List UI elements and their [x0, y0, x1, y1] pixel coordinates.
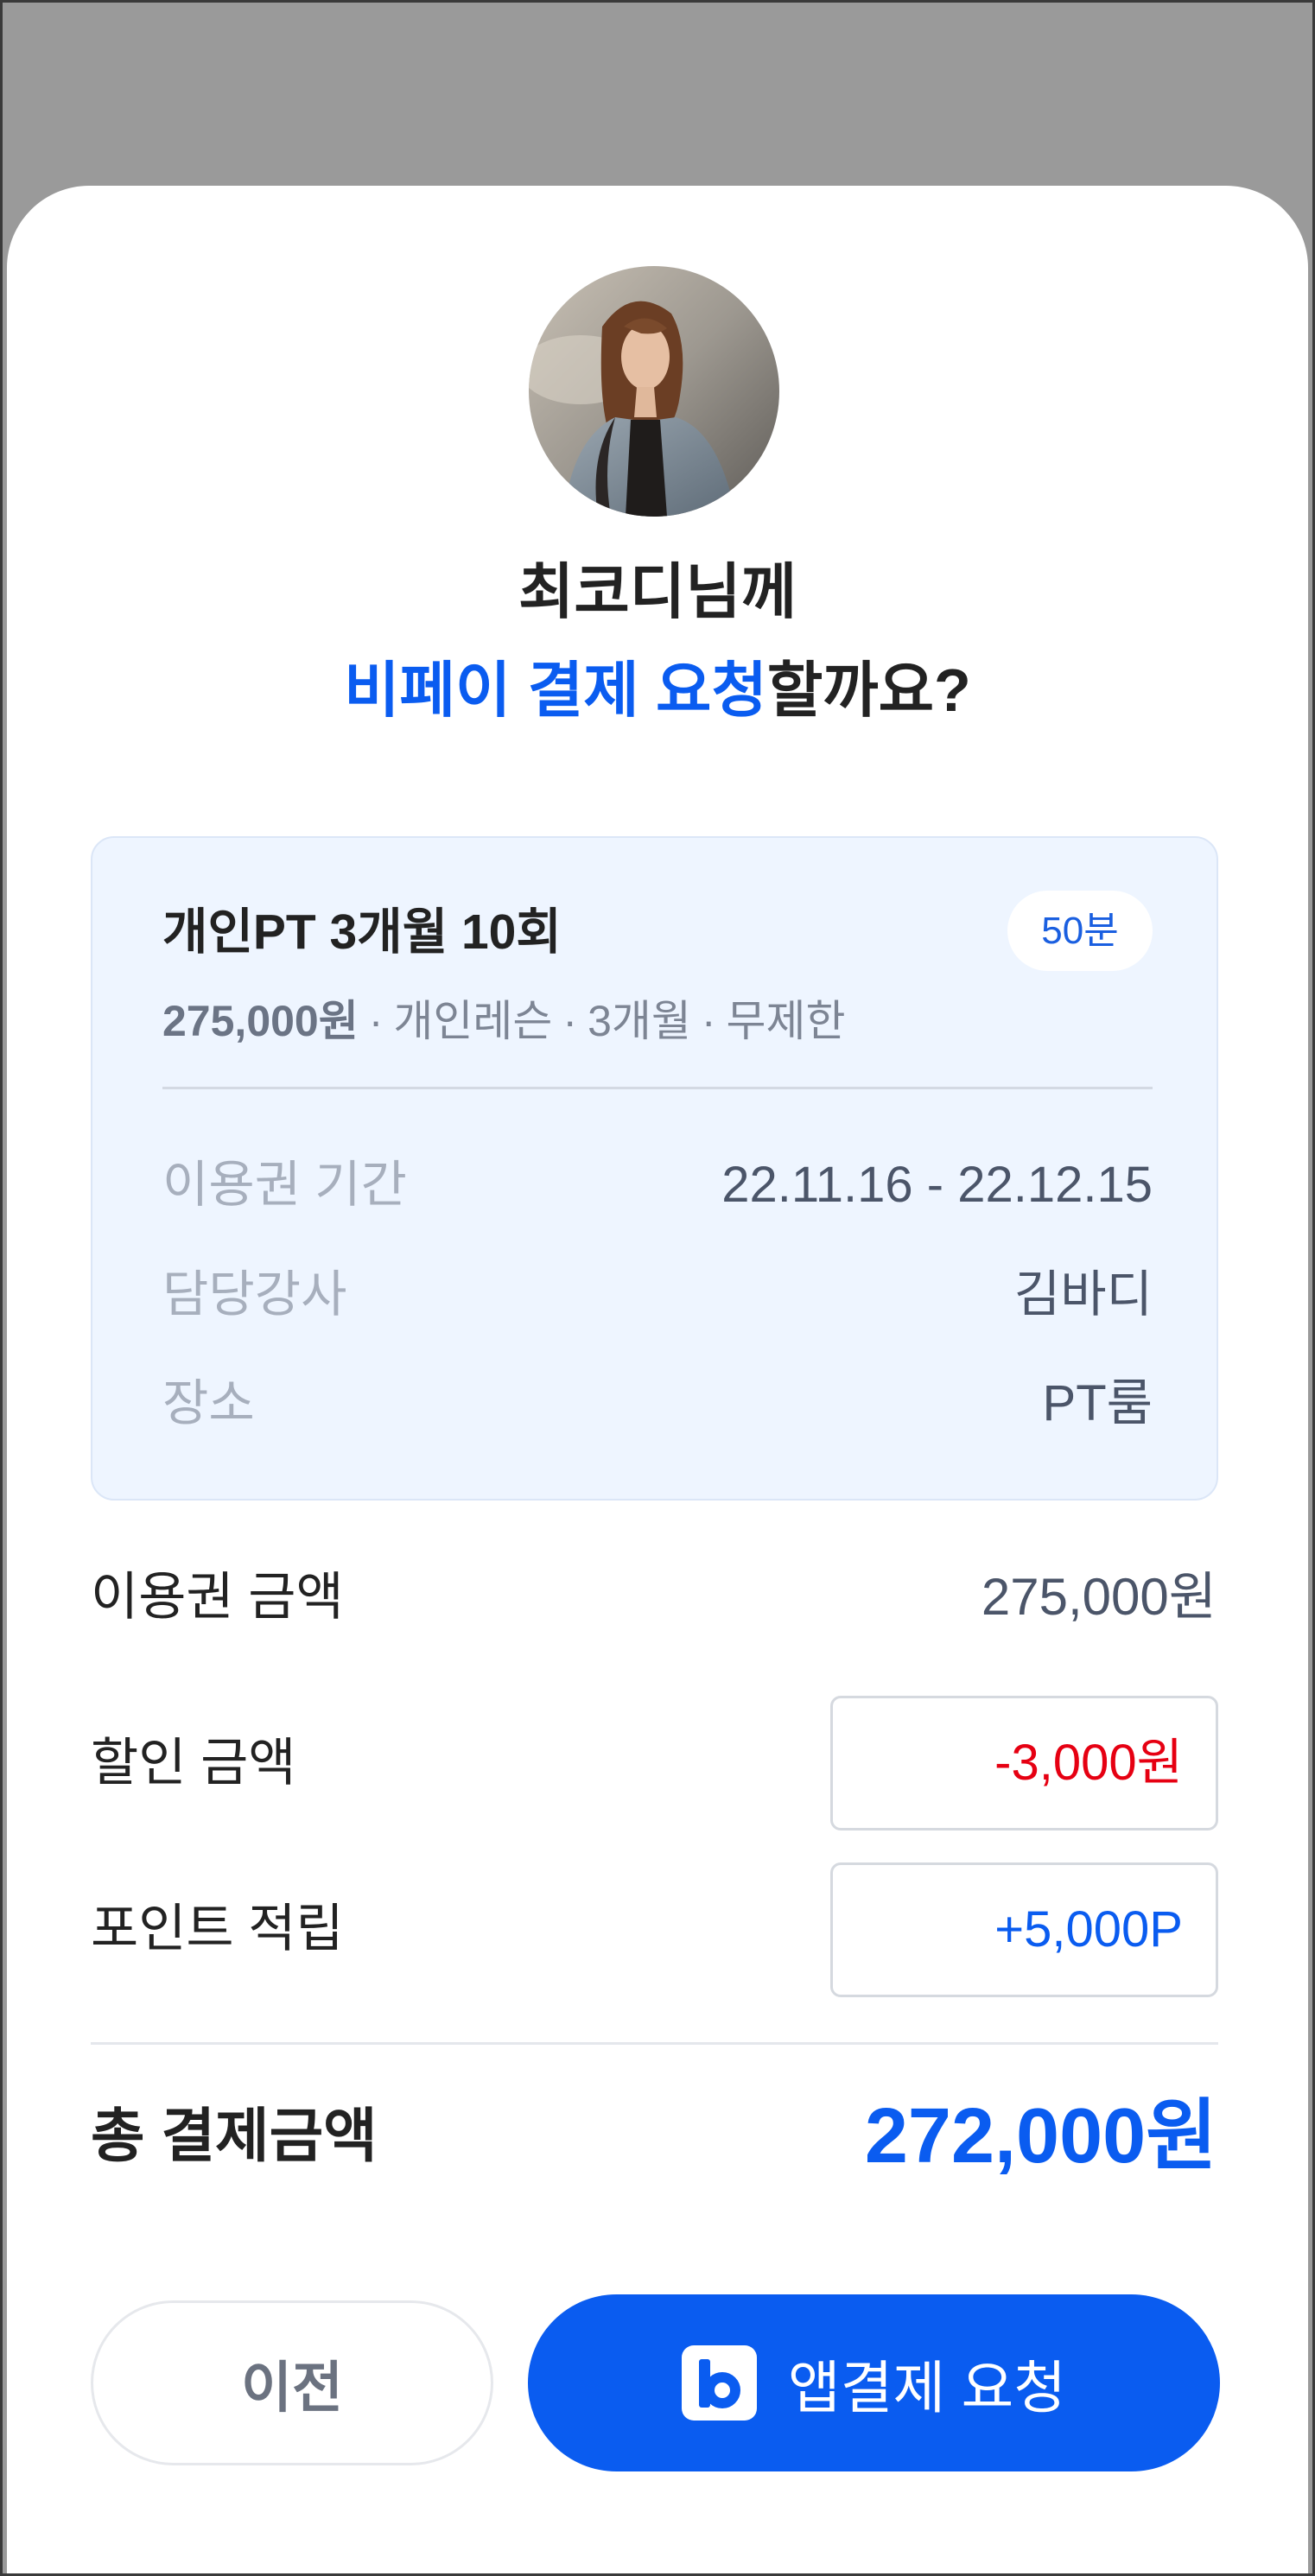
detail-label: 장소 — [162, 1375, 255, 1431]
avatar-photo — [529, 266, 779, 517]
prev-button-label: 이전 — [241, 2356, 343, 2419]
recipient-line: 최코디님께 — [518, 558, 797, 625]
prev-button[interactable]: 이전 — [91, 2300, 493, 2465]
pass-amount-value: 275,000원 — [981, 1568, 1217, 1626]
detail-value: PT룸 — [1042, 1375, 1153, 1431]
separator: · — [368, 997, 384, 1045]
detail-row-instructor: 담당강사 김바디 — [162, 1260, 1153, 1329]
detail-value: 김바디 — [1013, 1266, 1153, 1323]
duration-badge: 50분 — [1007, 891, 1153, 971]
pass-card: 개인PT 3개월 10회 50분 275,000원 · 개인레슨 · 3개월 · 무제한 이… — [91, 836, 1218, 1501]
card-divider — [162, 1087, 1153, 1089]
pass-amount-row: 이용권 금액 275,000원 — [91, 1561, 1217, 1634]
pass-amount-label: 이용권 금액 — [91, 1568, 344, 1626]
detail-label: 이용권 기간 — [162, 1157, 407, 1213]
detail-row-period: 이용권 기간 22.11.16 - 22.12.15 — [162, 1151, 1153, 1220]
detail-value: 22.11.16 - 22.12.15 — [721, 1157, 1153, 1213]
total-value: 272,000원 — [864, 2093, 1217, 2179]
pass-title: 개인PT 3개월 10회 — [162, 904, 562, 960]
app-payment-request-button[interactable]: 앱결제 요청 — [528, 2294, 1220, 2471]
points-label: 포인트 적립 — [91, 1900, 344, 1957]
pass-meta-type: 개인레슨 — [393, 997, 553, 1045]
request-question-highlight: 비페이 결제 요청 — [344, 657, 767, 724]
request-question-rest: 할까요? — [766, 657, 971, 724]
points-field[interactable]: +5,000P — [830, 1862, 1218, 1997]
pass-price: 275,000원 — [162, 997, 359, 1045]
request-question: 비페이 결제 요청할까요? — [0, 649, 1315, 732]
detail-row-location: 장소 PT룸 — [162, 1369, 1153, 1438]
summary-divider — [91, 2042, 1218, 2045]
detail-label: 담당강사 — [162, 1266, 347, 1323]
pass-summary: 275,000원 · 개인레슨 · 3개월 · 무제한 — [162, 993, 846, 1049]
separator: · — [562, 997, 578, 1045]
pass-meta-usage: 무제한 — [726, 997, 846, 1045]
discount-label: 할인 금액 — [91, 1734, 296, 1792]
avatar — [529, 266, 779, 517]
pass-meta-period: 3개월 — [588, 997, 691, 1045]
app-payment-request-label: 앱결제 요청 — [788, 2355, 1066, 2420]
discount-field[interactable]: -3,000원 — [830, 1696, 1218, 1830]
bpay-logo-icon — [682, 2345, 758, 2421]
total-label: 총 결제금액 — [91, 2103, 378, 2169]
separator: · — [701, 997, 716, 1045]
